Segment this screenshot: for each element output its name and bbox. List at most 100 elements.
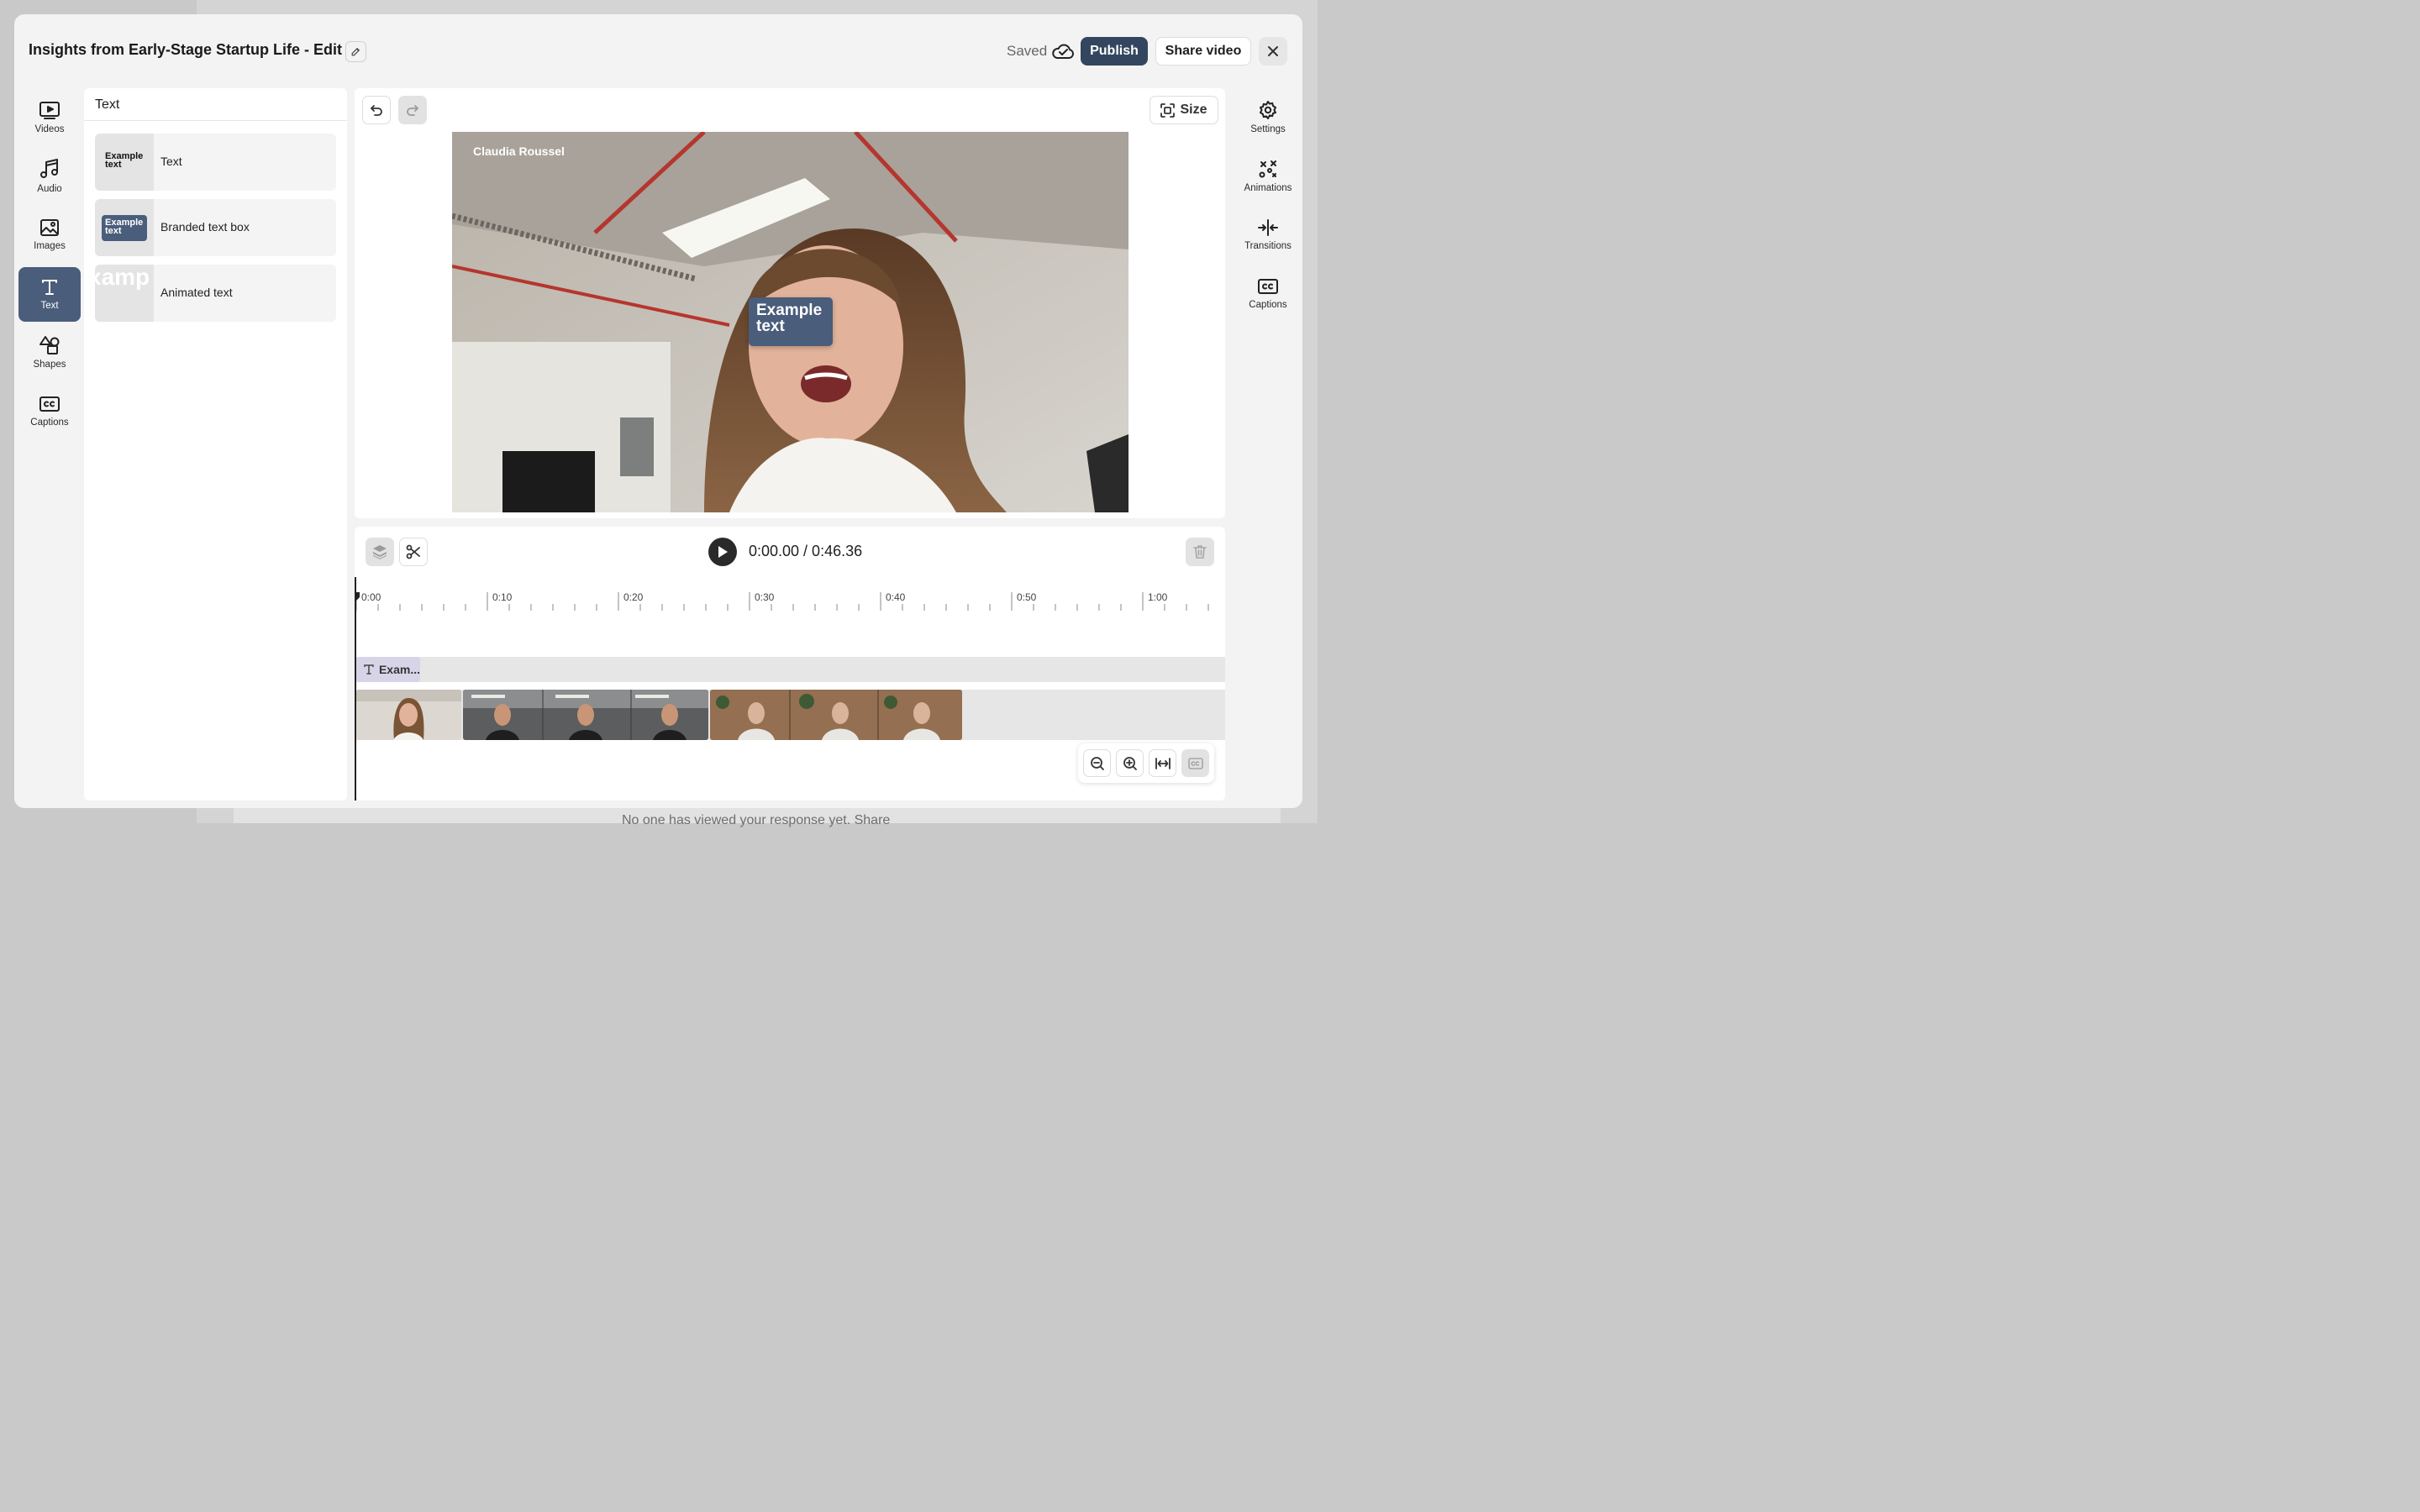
- size-label: Size: [1180, 102, 1207, 117]
- text-option-animated[interactable]: xamp text Animated text: [95, 265, 336, 322]
- transitions-icon: [1258, 219, 1278, 236]
- zoom-in-icon: [1123, 756, 1137, 770]
- split-button[interactable]: [399, 538, 428, 566]
- tool-label: Captions: [30, 417, 69, 428]
- speaker-name-label: Claudia Roussel: [473, 144, 565, 158]
- tool-label: Shapes: [33, 360, 66, 370]
- share-video-button[interactable]: Share video: [1155, 37, 1251, 66]
- tool-images[interactable]: Images: [18, 207, 81, 262]
- time-ruler[interactable]: 0:00 0:10 0:20 0:30 0:40 0:50 1:00: [355, 572, 1225, 612]
- tool-transitions[interactable]: Transitions: [1237, 207, 1299, 262]
- background-status-text: No one has viewed your response yet. Sha…: [622, 813, 891, 827]
- timeline-panel: 0:00.00 / 0:46.36 0:00 0:10 0:20 0:30 0:40 0:…: [355, 527, 1225, 801]
- text-option-branded-box[interactable]: Example text Branded text box: [95, 199, 336, 256]
- cc-icon: [1258, 279, 1278, 294]
- cc-icon: [1187, 757, 1203, 769]
- text-overlay[interactable]: Example text: [749, 297, 833, 346]
- thumbnail-sample-text: Example text: [102, 215, 147, 241]
- tool-shapes[interactable]: Shapes: [18, 325, 81, 380]
- layers-button[interactable]: [366, 538, 394, 566]
- tool-label: Audio: [37, 184, 62, 194]
- text-option-label: Animated text: [160, 286, 233, 299]
- pencil-icon: [351, 48, 360, 56]
- tool-label: Settings: [1250, 124, 1286, 134]
- save-status: Saved: [1007, 43, 1048, 59]
- thumbnail-sample-text: xamp text: [95, 265, 154, 290]
- cc-icon: [39, 396, 60, 412]
- playhead[interactable]: [355, 577, 356, 801]
- text-track: Exam...: [356, 657, 1225, 682]
- time-display: 0:00.00 / 0:46.36: [749, 543, 863, 559]
- tool-captions[interactable]: Captions: [18, 384, 81, 438]
- divider: [84, 120, 347, 121]
- play-button[interactable]: [708, 538, 737, 566]
- gear-icon: [1260, 101, 1276, 119]
- editor-title: Insights from Early-Stage Startup Life -…: [29, 41, 343, 58]
- video-clip[interactable]: [356, 690, 461, 740]
- layers-icon: [373, 545, 387, 559]
- clip-thumbnail: [356, 690, 461, 740]
- tool-label: Captions: [1249, 300, 1287, 310]
- text-icon: [42, 280, 57, 295]
- video-clip[interactable]: [463, 690, 708, 740]
- tool-audio[interactable]: Audio: [18, 149, 81, 203]
- play-icon: [718, 546, 728, 558]
- scissors-icon: [406, 544, 420, 559]
- ruler-label: 0:20: [623, 591, 644, 603]
- text-panel: Text Example text Text Example text Bran…: [84, 88, 347, 801]
- text-option-label: Branded text box: [160, 220, 250, 234]
- trash-icon: [1193, 545, 1207, 559]
- zoom-out-icon: [1090, 756, 1104, 770]
- tool-animations[interactable]: Animations: [1237, 149, 1299, 203]
- text-clip[interactable]: Exam...: [356, 657, 420, 682]
- tool-settings[interactable]: Settings: [1237, 90, 1299, 144]
- zoom-controls: [1078, 743, 1214, 783]
- panel-heading: Text: [95, 97, 120, 112]
- video-editor-modal: Insights from Early-Stage Startup Life -…: [14, 14, 1302, 808]
- animations-icon: [1259, 160, 1276, 178]
- text-option-thumbnail: Example text: [95, 199, 154, 256]
- text-option-thumbnail: xamp text: [95, 265, 154, 322]
- tool-label: Text: [40, 301, 59, 311]
- size-button[interactable]: Size: [1150, 96, 1218, 124]
- captions-track-button[interactable]: [1181, 749, 1209, 777]
- ruler-label: 0:40: [886, 591, 906, 603]
- fit-width-icon: [1155, 757, 1171, 769]
- text-option-thumbnail: Example text: [95, 134, 154, 191]
- video-icon: [39, 102, 60, 119]
- publish-button[interactable]: Publish: [1081, 37, 1148, 66]
- tool-videos[interactable]: Videos: [18, 90, 81, 144]
- tool-label: Animations: [1244, 183, 1292, 193]
- undo-button[interactable]: [362, 96, 391, 124]
- ruler-label: 0:00: [361, 591, 381, 603]
- clip-thumbnail: [710, 690, 962, 740]
- preview-canvas: Size Claudia Roussel Example text: [355, 88, 1225, 518]
- music-note-icon: [40, 159, 58, 178]
- delete-button[interactable]: [1186, 538, 1214, 566]
- text-option-label: Text: [160, 155, 182, 168]
- clip-thumbnail: [463, 690, 708, 740]
- resize-icon: [1160, 102, 1176, 118]
- fit-timeline-button[interactable]: [1149, 749, 1176, 777]
- text-icon: [364, 664, 374, 675]
- close-icon: [1268, 46, 1278, 56]
- video-preview[interactable]: Claudia Roussel Example text: [452, 132, 1128, 512]
- tool-text[interactable]: Text: [18, 267, 81, 322]
- redo-icon: [407, 105, 418, 116]
- cloud-check-icon: [1052, 44, 1074, 59]
- close-button[interactable]: [1259, 37, 1287, 66]
- zoom-out-button[interactable]: [1083, 749, 1111, 777]
- thumbnail-sample-text: Example text: [105, 151, 144, 170]
- ruler-label: 0:10: [492, 591, 513, 603]
- text-option-plain[interactable]: Example text Text: [95, 134, 336, 191]
- zoom-in-button[interactable]: [1116, 749, 1144, 777]
- ruler-label: 0:30: [755, 591, 775, 603]
- video-track: [356, 690, 1225, 740]
- tool-label: Transitions: [1244, 241, 1292, 251]
- tool-captions-right[interactable]: Captions: [1237, 266, 1299, 321]
- redo-button[interactable]: [398, 96, 427, 124]
- text-clip-label: Exam...: [378, 663, 420, 676]
- undo-icon: [371, 105, 382, 116]
- video-clip[interactable]: [710, 690, 962, 740]
- edit-title-button[interactable]: [345, 41, 366, 62]
